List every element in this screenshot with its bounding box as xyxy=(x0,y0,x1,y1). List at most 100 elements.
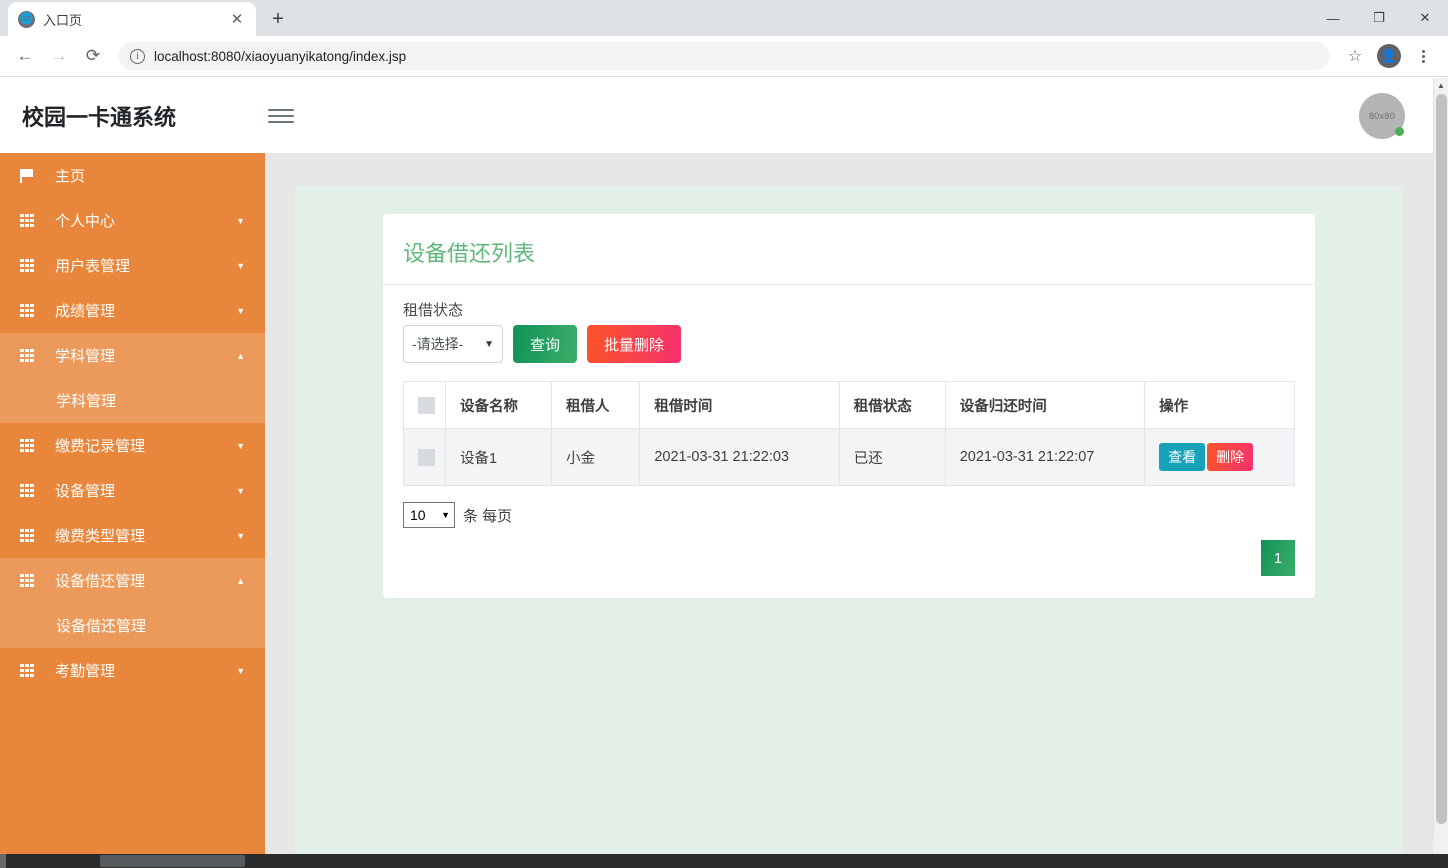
horizontal-scrollbar[interactable] xyxy=(0,854,1448,868)
sidebar-item-payment-type[interactable]: 缴费类型管理 ▼ xyxy=(0,513,265,558)
window-close-icon[interactable]: ✕ xyxy=(1402,0,1448,36)
app-body: 主页 个人中心 ▼ 用户表管理 ▼ 成绩管理 ▼ 学科管理 ▲ 学科管理 缴费记… xyxy=(0,153,1433,856)
sidebar-subitem-device-lending[interactable]: 设备借还管理 xyxy=(0,603,265,648)
avatar[interactable]: 80x80 xyxy=(1359,93,1405,139)
new-tab-button[interactable]: + xyxy=(264,5,292,33)
reload-icon[interactable]: ⟳ xyxy=(78,41,108,71)
th-status: 租借状态 xyxy=(838,381,946,429)
sidebar-item-attendance[interactable]: 考勤管理 ▼ xyxy=(0,648,265,693)
th-device-name: 设备名称 xyxy=(445,381,552,429)
filter-controls: -请选择- ▼ 查询 批量删除 xyxy=(403,325,1295,363)
grid-icon xyxy=(20,529,42,542)
tab-strip: 🌐 入口页 ✕ + — ❐ ✕ xyxy=(0,0,1448,36)
sidebar-item-label: 设备借还管理 xyxy=(55,573,146,590)
bookmark-star-icon[interactable]: ☆ xyxy=(1340,41,1370,71)
grid-icon xyxy=(20,304,42,317)
kebab-menu-icon[interactable] xyxy=(1408,41,1438,71)
table-header-row: 设备名称 租借人 租借时间 租借状态 设备归还时间 操作 xyxy=(403,381,1295,429)
forward-icon[interactable]: → xyxy=(44,41,74,71)
th-borrower: 租借人 xyxy=(550,381,641,429)
browser-tab[interactable]: 🌐 入口页 ✕ xyxy=(8,2,256,36)
app-header: 校园一卡通系统 80x80 xyxy=(0,78,1433,153)
scroll-up-arrow-icon[interactable]: ▲ xyxy=(1434,78,1448,93)
grid-icon xyxy=(20,574,42,587)
table-body: 设备1 小金 2021-03-31 21:22:03 已还 2021-03-31… xyxy=(403,428,1295,486)
page-button-1[interactable]: 1 xyxy=(1261,540,1295,576)
row-checkbox[interactable] xyxy=(418,448,435,466)
sidebar-item-label: 个人中心 xyxy=(55,213,116,230)
vertical-scrollbar-thumb[interactable] xyxy=(1436,94,1447,824)
sidebar-item-home[interactable]: 主页 xyxy=(0,153,265,198)
cell-borrow-time: 2021-03-31 21:22:03 xyxy=(639,428,840,486)
page-size-value: 10 xyxy=(410,507,426,523)
bulk-delete-button[interactable]: 批量删除 xyxy=(587,325,682,363)
window-controls: — ❐ ✕ xyxy=(1310,0,1448,36)
row-select-cell[interactable] xyxy=(403,428,446,486)
select-all-checkbox[interactable] xyxy=(418,396,435,414)
th-borrow-time: 租借时间 xyxy=(639,381,840,429)
grid-icon xyxy=(20,259,42,272)
sidebar-item-personal-center[interactable]: 个人中心 ▼ xyxy=(0,198,265,243)
minimize-icon[interactable]: — xyxy=(1310,0,1356,36)
sidebar-item-subject[interactable]: 学科管理 ▲ xyxy=(0,333,265,378)
grid-icon xyxy=(20,439,42,452)
vertical-scrollbar[interactable]: ▲ ▼ xyxy=(1433,78,1448,854)
hamburger-icon[interactable] xyxy=(268,108,295,123)
table-row: 设备1 小金 2021-03-31 21:22:03 已还 2021-03-31… xyxy=(403,428,1295,486)
chevron-down-icon: ▼ xyxy=(441,510,450,520)
toolbar-divider xyxy=(0,76,1448,77)
web-page: 校园一卡通系统 80x80 主页 个人中心 ▼ 用户表管理 ▼ 成绩管理 ▼ 学… xyxy=(0,78,1433,856)
filter-label: 租借状态 xyxy=(403,302,464,319)
content-background: 设备借还列表 租借状态 -请选择- ▼ 查询 批量删除 设备名称 租借人 租借时… xyxy=(295,186,1403,856)
sidebar-item-payment-record[interactable]: 缴费记录管理 ▼ xyxy=(0,423,265,468)
sidebar-subitem-subject[interactable]: 学科管理 xyxy=(0,378,265,423)
site-info-icon[interactable]: i xyxy=(130,48,145,64)
sidebar-item-label: 学科管理 xyxy=(55,348,116,365)
sidebar-item-label: 用户表管理 xyxy=(55,258,131,275)
device-lending-card: 设备借还列表 租借状态 -请选择- ▼ 查询 批量删除 设备名称 租借人 租借时… xyxy=(383,214,1315,598)
delete-button[interactable]: 删除 xyxy=(1207,443,1254,471)
close-icon[interactable]: ✕ xyxy=(228,10,246,28)
chevron-down-icon: ▼ xyxy=(236,440,245,451)
chevron-up-icon: ▲ xyxy=(236,350,245,361)
chevron-down-icon: ▼ xyxy=(236,530,245,541)
address-bar[interactable]: i localhost:8080/xiaoyuanyikatong/index.… xyxy=(118,42,1330,70)
hscroll-left-edge[interactable] xyxy=(0,854,6,868)
filter-section: 租借状态 -请选择- ▼ 查询 批量删除 xyxy=(383,285,1315,363)
horizontal-scrollbar-thumb[interactable] xyxy=(100,855,245,867)
device-lending-table: 设备名称 租借人 租借时间 租借状态 设备归还时间 操作 设备1 小金 2021… xyxy=(403,381,1295,486)
per-page-label: 条 每页 xyxy=(463,507,513,525)
browser-window: 🌐 入口页 ✕ + — ❐ ✕ ← → ⟳ i localhost:8080/x… xyxy=(0,0,1448,868)
chevron-down-icon: ▼ xyxy=(236,260,245,271)
chevron-up-icon: ▲ xyxy=(236,575,245,586)
sidebar: 主页 个人中心 ▼ 用户表管理 ▼ 成绩管理 ▼ 学科管理 ▲ 学科管理 缴费记… xyxy=(0,153,265,854)
select-all-header[interactable] xyxy=(403,381,446,429)
chevron-down-icon: ▼ xyxy=(236,485,245,496)
online-status-dot xyxy=(1395,127,1404,136)
url-text: localhost:8080/xiaoyuanyikatong/index.js… xyxy=(154,48,407,64)
query-button[interactable]: 查询 xyxy=(513,325,578,363)
cell-device-name: 设备1 xyxy=(445,428,552,486)
profile-avatar-icon[interactable]: 👤 xyxy=(1374,41,1404,71)
sidebar-item-device[interactable]: 设备管理 ▼ xyxy=(0,468,265,513)
sidebar-item-label: 考勤管理 xyxy=(55,663,116,680)
rent-status-select[interactable]: -请选择- ▼ xyxy=(403,325,503,363)
pager-row: 10 ▼ 条 每页 xyxy=(403,502,1295,528)
page-title: 校园一卡通系统 xyxy=(22,104,177,130)
page-viewport: 校园一卡通系统 80x80 主页 个人中心 ▼ 用户表管理 ▼ 成绩管理 ▼ 学… xyxy=(0,78,1448,868)
scrollbar-corner xyxy=(1433,839,1448,854)
globe-icon: 🌐 xyxy=(18,10,35,28)
chevron-down-icon: ▼ xyxy=(236,215,245,226)
view-button[interactable]: 查看 xyxy=(1159,443,1206,471)
table-head: 设备名称 租借人 租借时间 租借状态 设备归还时间 操作 xyxy=(403,381,1295,429)
back-icon[interactable]: ← xyxy=(10,41,40,71)
card-title: 设备借还列表 xyxy=(383,214,1315,285)
page-size-select[interactable]: 10 ▼ xyxy=(403,502,455,528)
maximize-icon[interactable]: ❐ xyxy=(1356,0,1402,36)
sidebar-item-device-lending[interactable]: 设备借还管理 ▲ xyxy=(0,558,265,603)
sidebar-item-user-table[interactable]: 用户表管理 ▼ xyxy=(0,243,265,288)
sidebar-item-score[interactable]: 成绩管理 ▼ xyxy=(0,288,265,333)
tab-title: 入口页 xyxy=(43,12,83,28)
cell-return-time: 2021-03-31 21:22:07 xyxy=(944,428,1146,486)
grid-icon xyxy=(20,214,42,227)
